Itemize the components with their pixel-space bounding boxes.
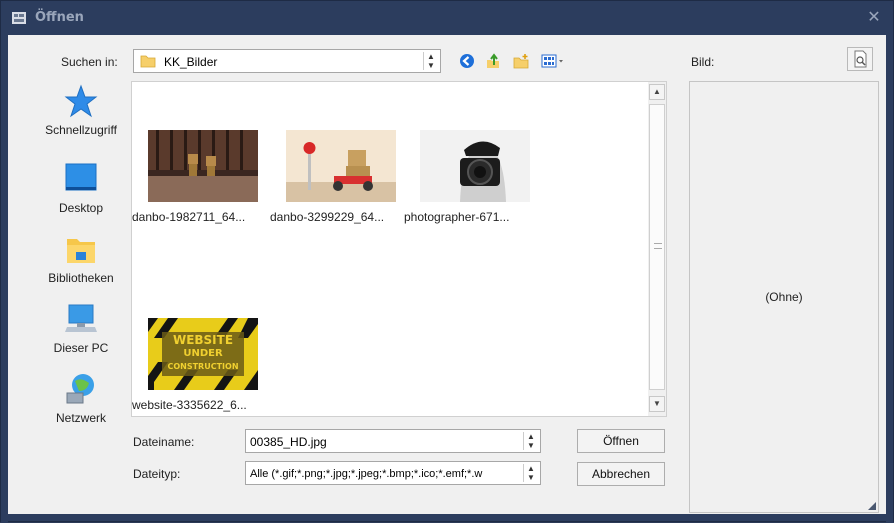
look-in-spinner[interactable]: ▲ ▼ xyxy=(423,52,438,70)
preview-document-icon xyxy=(854,50,867,68)
open-dialog: Öffnen ✕ Suchen in: KK_Bilder ▲▼ Bild: xyxy=(0,0,894,523)
preview-label: Bild: xyxy=(691,55,715,69)
filetype-label: Dateityp: xyxy=(133,467,181,481)
place-label: Schnellzugriff xyxy=(45,123,117,137)
close-icon: ✕ xyxy=(867,9,881,26)
frame-right xyxy=(886,35,893,523)
file-list-scrollbar[interactable]: ▲ ▼ xyxy=(648,82,666,416)
spin-up-icon: ▲ xyxy=(527,464,535,473)
look-in-value: KK_Bilder xyxy=(164,55,218,69)
place-network[interactable]: Netzwerk xyxy=(31,371,131,425)
frame-left xyxy=(1,35,8,523)
this-pc-icon xyxy=(65,304,97,332)
place-this-pc[interactable]: Dieser PC xyxy=(31,301,131,355)
filename-spinner[interactable]: ▲ ▼ xyxy=(523,432,538,450)
place-label: Netzwerk xyxy=(55,411,106,425)
place-label: Desktop xyxy=(58,201,104,215)
title-bar[interactable]: Öffnen ✕ xyxy=(1,1,893,35)
file-thumbnail xyxy=(420,130,530,202)
look-in-combo[interactable]: KK_Bilder ▲ ▼ xyxy=(133,49,441,73)
spin-down-icon: ▼ xyxy=(527,441,535,450)
preview-toggle-button[interactable] xyxy=(847,47,873,71)
spin-up-icon: ▲ xyxy=(427,52,435,61)
file-item[interactable]: WEBSITE UNDER CONSTRUCTION website-33356… xyxy=(132,318,272,412)
window-title: Öffnen xyxy=(35,10,84,25)
cancel-button[interactable]: Abbrechen xyxy=(577,462,665,486)
view-menu-icon[interactable] xyxy=(541,53,565,69)
scroll-up-icon: ▲ xyxy=(653,87,661,96)
folder-icon xyxy=(140,55,156,68)
file-name: danbo-3299229_64... xyxy=(270,210,385,224)
file-name: danbo-1982711_64... xyxy=(132,210,246,224)
filename-combo[interactable]: 00385_HD.jpg ▲ ▼ xyxy=(245,429,541,453)
place-libraries[interactable]: Bibliotheken xyxy=(31,231,131,285)
look-in-label: Suchen in: xyxy=(61,55,118,69)
place-desktop[interactable]: Desktop xyxy=(31,161,131,215)
file-item[interactable]: photographer-671... xyxy=(404,130,544,224)
scroll-grip-icon xyxy=(654,243,662,249)
file-thumbnail: WEBSITE UNDER CONSTRUCTION xyxy=(148,318,258,390)
close-button[interactable]: ✕ xyxy=(863,7,885,29)
spin-down-icon: ▼ xyxy=(427,61,435,70)
file-thumbnail xyxy=(148,130,258,202)
file-list[interactable]: danbo-1982711_64... danbo-3299229_64... xyxy=(131,81,667,417)
scroll-thumb[interactable] xyxy=(649,104,665,390)
thumbnail-text-line: CONSTRUCTION xyxy=(167,362,239,371)
frame-bottom xyxy=(1,514,893,521)
app-icon xyxy=(12,12,26,24)
new-folder-icon[interactable] xyxy=(513,53,529,69)
filetype-value: Alle (*.gif;*.png;*.jpg;*.jpeg;*.bmp;*.i… xyxy=(250,468,483,480)
file-thumbnail xyxy=(286,130,396,202)
back-icon[interactable] xyxy=(459,53,475,69)
file-item[interactable]: danbo-1982711_64... xyxy=(132,130,272,224)
spin-down-icon: ▼ xyxy=(527,473,535,482)
desktop-icon xyxy=(65,163,97,191)
place-quick-access[interactable]: Schnellzugriff xyxy=(31,83,131,137)
thumbnail-text-line: UNDER xyxy=(183,348,223,359)
file-name: photographer-671... xyxy=(404,210,510,224)
places-bar: Schnellzugriff Desktop Bibliotheken Dies… xyxy=(31,83,131,443)
file-item[interactable]: danbo-3299229_64... xyxy=(270,130,410,224)
scroll-down-button[interactable]: ▼ xyxy=(649,396,665,412)
filetype-spinner[interactable]: ▲ ▼ xyxy=(523,464,538,482)
filename-value: 00385_HD.jpg xyxy=(250,435,327,449)
scroll-down-icon: ▼ xyxy=(653,399,661,408)
filetype-combo[interactable]: Alle (*.gif;*.png;*.jpg;*.jpeg;*.bmp;*.i… xyxy=(245,461,541,485)
spin-up-icon: ▲ xyxy=(527,432,535,441)
place-label: Bibliotheken xyxy=(48,271,114,285)
libraries-icon xyxy=(67,239,95,263)
thumbnail-text-line: WEBSITE xyxy=(172,333,234,347)
quick-access-star-icon xyxy=(64,84,98,118)
file-name: website-3335622_6... xyxy=(132,398,247,412)
open-button[interactable]: Öffnen xyxy=(577,429,665,453)
up-folder-icon[interactable] xyxy=(485,53,501,69)
network-icon xyxy=(66,374,94,404)
scroll-up-button[interactable]: ▲ xyxy=(649,84,665,100)
preview-empty-text: (Ohne) xyxy=(765,290,803,304)
filename-label: Dateiname: xyxy=(133,435,195,449)
place-label: Dieser PC xyxy=(53,341,109,355)
resize-grip-icon[interactable] xyxy=(868,502,876,510)
image-preview-pane: (Ohne) xyxy=(689,81,879,513)
